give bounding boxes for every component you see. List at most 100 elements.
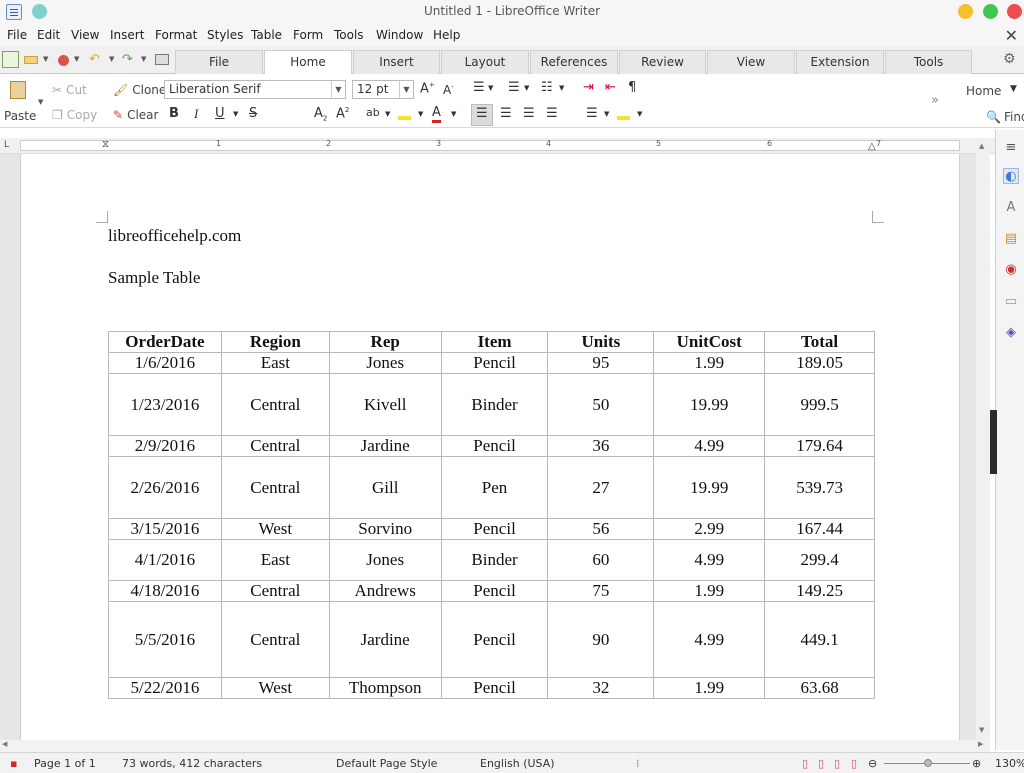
table-cell[interactable]: Central — [220, 580, 330, 602]
table-cell[interactable]: 167.44 — [764, 518, 875, 540]
scroll-up-icon[interactable]: ▲ — [979, 142, 984, 150]
table-cell[interactable]: 60 — [547, 539, 655, 581]
tab-home[interactable]: Home — [264, 50, 352, 75]
text-language[interactable]: English (USA) — [480, 757, 555, 770]
table-cell[interactable]: Pencil — [440, 352, 549, 374]
table-cell[interactable]: Binder — [440, 373, 549, 436]
paste-dropdown-icon[interactable]: ▼ — [38, 98, 43, 106]
table-cell[interactable]: Sorvino — [328, 518, 442, 540]
table-cell[interactable]: 2/26/2016 — [108, 456, 222, 519]
numbering-dropdown-icon[interactable]: ▼ — [524, 84, 529, 92]
zoom-level[interactable]: 130% — [995, 757, 1024, 770]
navigator-icon[interactable]: ◉ — [1003, 262, 1019, 278]
home-dropdown[interactable]: Home — [966, 84, 1001, 98]
table-cell[interactable]: Gill — [328, 456, 442, 519]
undo-icon[interactable]: ↶ — [89, 52, 100, 67]
zoom-slider-handle[interactable] — [924, 759, 932, 767]
open-icon[interactable] — [24, 56, 38, 64]
table-cell[interactable]: 56 — [547, 518, 655, 540]
superscript-icon[interactable]: A2 — [336, 106, 349, 121]
table-cell[interactable]: Pencil — [440, 435, 549, 457]
table-cell[interactable]: 149.25 — [764, 580, 875, 602]
menu-table[interactable]: Table — [251, 28, 282, 42]
table-cell[interactable]: 50 — [547, 373, 655, 436]
menu-help[interactable]: Help — [433, 28, 460, 42]
tab-tools[interactable]: Tools — [885, 50, 972, 74]
underline-icon[interactable]: U — [215, 106, 225, 121]
zoom-out-icon[interactable]: ⊖ — [868, 757, 877, 770]
table-cell[interactable]: Jardine — [328, 601, 442, 678]
table-cell[interactable]: 3/15/2016 — [108, 518, 222, 540]
sidebar-menu-icon[interactable]: ≡ — [1003, 140, 1019, 156]
table-cell[interactable]: 539.73 — [764, 456, 875, 519]
header-region[interactable]: Region — [220, 331, 330, 353]
bullets-dropdown-icon[interactable]: ▼ — [488, 84, 493, 92]
table-cell[interactable]: 95 — [547, 352, 655, 374]
maximize-button[interactable] — [983, 4, 998, 19]
table-cell[interactable]: 63.68 — [764, 677, 875, 699]
outline-icon[interactable]: ☷ — [541, 80, 553, 95]
table-cell[interactable]: Central — [220, 373, 330, 436]
close-window-button[interactable] — [1007, 4, 1022, 19]
table-cell[interactable]: 4/1/2016 — [108, 539, 222, 581]
document-page[interactable]: libreofficehelp.com Sample Table OrderDa… — [20, 154, 960, 740]
justify-icon[interactable]: ☰ — [546, 106, 558, 121]
subscript-icon[interactable]: A2 — [314, 106, 327, 123]
redo-dropdown-icon[interactable]: ▼ — [141, 55, 146, 63]
horizontal-ruler[interactable]: L 1 2 3 4 5 6 7 ⧖ △ — [0, 138, 995, 154]
header-unitcost[interactable]: UnitCost — [653, 331, 766, 353]
align-right-icon[interactable]: ☰ — [523, 106, 535, 121]
print-icon[interactable] — [155, 54, 169, 65]
table-cell[interactable]: 90 — [547, 601, 655, 678]
tab-references[interactable]: References — [530, 50, 618, 74]
table-cell[interactable]: Thompson — [328, 677, 442, 699]
highlighting-dropdown-icon[interactable]: ▼ — [418, 110, 423, 118]
header-item[interactable]: Item — [440, 331, 549, 353]
bullets-icon[interactable]: ☰ — [473, 80, 485, 95]
underline-dropdown-icon[interactable]: ▼ — [233, 110, 238, 118]
undo-dropdown-icon[interactable]: ▼ — [109, 55, 114, 63]
shrink-font-icon[interactable]: A- — [443, 83, 454, 97]
text-line-website[interactable]: libreofficehelp.com — [108, 226, 241, 246]
table-cell[interactable]: 999.5 — [764, 373, 875, 436]
scroll-left-icon[interactable]: ◀ — [2, 740, 7, 748]
font-color-dropdown-icon[interactable]: ▼ — [451, 110, 456, 118]
save-dropdown-icon[interactable]: ▼ — [74, 55, 79, 63]
home-dropdown-icon[interactable]: ▼ — [1010, 84, 1017, 94]
table-cell[interactable]: 449.1 — [764, 601, 875, 678]
table-cell[interactable]: Central — [220, 601, 330, 678]
table-cell[interactable]: East — [220, 352, 330, 374]
scroll-down-icon[interactable]: ▼ — [979, 726, 984, 734]
align-center-icon[interactable]: ☰ — [500, 106, 512, 121]
highlighting-color-icon[interactable] — [398, 107, 411, 120]
style-inspector-icon[interactable]: ◈ — [1003, 325, 1019, 341]
scroll-right-icon[interactable]: ▶ — [978, 740, 983, 748]
table-cell[interactable]: 2.99 — [653, 518, 766, 540]
table-cell[interactable]: 299.4 — [764, 539, 875, 581]
menu-form[interactable]: Form — [293, 28, 323, 42]
table-cell[interactable]: 19.99 — [653, 373, 766, 436]
font-size-dropdown-icon[interactable]: ▼ — [399, 81, 413, 98]
outline-dropdown-icon[interactable]: ▼ — [559, 84, 564, 92]
tab-review[interactable]: Review — [619, 50, 706, 74]
line-spacing-icon[interactable]: ☰ — [586, 106, 598, 121]
strikethrough-icon[interactable]: S — [249, 106, 257, 121]
tab-extension[interactable]: Extension — [796, 50, 884, 74]
menu-file[interactable]: File — [7, 28, 27, 42]
decrease-indent-icon[interactable]: ⇤ — [605, 80, 616, 95]
font-color-icon[interactable]: A — [432, 105, 441, 123]
document-modified-icon[interactable]: ▪ — [10, 757, 17, 770]
copy-button[interactable]: ❐ Copy — [52, 108, 97, 122]
table-cell[interactable]: 189.05 — [764, 352, 875, 374]
table-cell[interactable]: 4/18/2016 — [108, 580, 222, 602]
grow-font-icon[interactable]: A+ — [420, 81, 435, 96]
menu-view[interactable]: View — [71, 28, 99, 42]
multi-page-view-icon[interactable]: ▯ — [818, 757, 824, 770]
clone-button[interactable]: 🖌 Clone — [113, 83, 166, 97]
header-units[interactable]: Units — [547, 331, 655, 353]
table-cell[interactable]: 1.99 — [653, 677, 766, 699]
font-size-combo[interactable]: 12 pt ▼ — [352, 80, 414, 99]
tab-file[interactable]: File — [175, 50, 263, 74]
font-name-dropdown-icon[interactable]: ▼ — [331, 81, 345, 98]
table-cell[interactable]: 19.99 — [653, 456, 766, 519]
